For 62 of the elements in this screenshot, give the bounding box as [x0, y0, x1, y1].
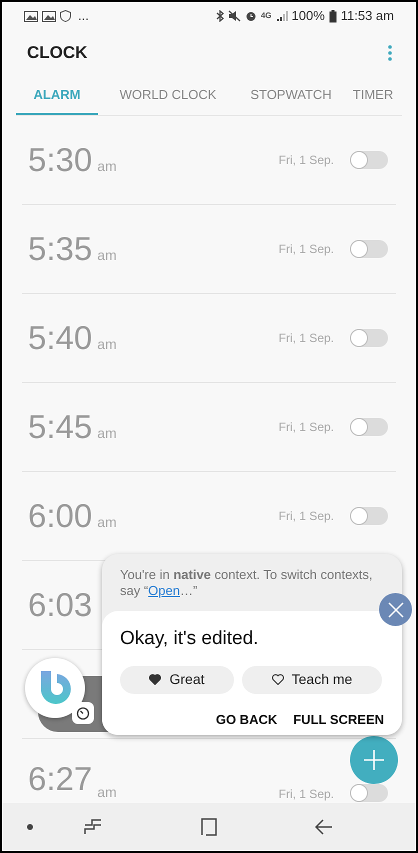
- alarm-period: am: [97, 156, 117, 176]
- bluetooth-icon: [216, 10, 224, 22]
- clock-time: 11:53 am: [340, 7, 394, 26]
- alarm-time: 6:00: [28, 496, 92, 536]
- open-link[interactable]: Open: [148, 583, 180, 598]
- alarm-date: Fri, 1 Sep.: [278, 330, 334, 347]
- app-title: CLOCK: [27, 42, 88, 64]
- response-text: Okay, it's edited.: [120, 627, 260, 651]
- alarm-time: 5:35: [28, 229, 92, 270]
- toggle-switch[interactable]: [350, 240, 388, 258]
- action-button[interactable]: GO BACK: [216, 710, 278, 729]
- battery-percent: 100%: [292, 7, 325, 26]
- tab[interactable]: TIMER: [344, 76, 402, 115]
- add-alarm-button[interactable]: [350, 736, 398, 784]
- more-notifications: ...: [78, 7, 89, 26]
- tab[interactable]: ALARM: [16, 76, 98, 115]
- context-message: You're in native context. To switch contexts, say “Open…”: [120, 567, 374, 599]
- more-options-icon[interactable]: [388, 45, 392, 61]
- signal-icon: [276, 10, 288, 22]
- tab[interactable]: WORLD CLOCK: [98, 76, 238, 115]
- stopwatch-icon: [76, 706, 90, 720]
- alarm-period: am: [97, 246, 117, 264]
- assistant-logo-icon: [39, 669, 71, 707]
- alarm-time: 6:03: [28, 585, 92, 626]
- alarm-period: am: [97, 783, 117, 802]
- alarm-period: am: [97, 334, 117, 354]
- shield-icon: [60, 10, 71, 22]
- alarm-time: 5:30: [28, 140, 92, 180]
- toggle-switch[interactable]: [350, 328, 388, 346]
- alarm-date: Fri, 1 Sep.: [278, 508, 334, 525]
- image-icon: [42, 10, 56, 22]
- battery-icon: [328, 10, 337, 22]
- assistant-button[interactable]: [25, 658, 85, 718]
- reply-chip[interactable]: Teach me: [242, 666, 382, 694]
- alarm-date: Fri, 1 Sep.: [278, 786, 334, 803]
- recent-apps-icon[interactable]: [84, 818, 102, 836]
- alarm-date: Fri, 1 Sep.: [278, 241, 334, 258]
- tab[interactable]: STOPWATCH: [238, 76, 344, 115]
- plus-icon: [364, 750, 384, 770]
- alarm-time: 6:27: [28, 758, 92, 798]
- toggle-switch[interactable]: [350, 506, 388, 524]
- heart-icon: [149, 674, 162, 685]
- action-button[interactable]: FULL SCREEN: [293, 710, 384, 729]
- home-icon[interactable]: [200, 818, 218, 836]
- back-icon[interactable]: [315, 819, 333, 835]
- image-icon: [24, 10, 38, 22]
- close-icon: [388, 602, 404, 618]
- mute-icon: [228, 10, 241, 22]
- alarm-period: am: [97, 512, 117, 532]
- alarm-date: Fri, 1 Sep.: [278, 419, 334, 436]
- dot-icon: [27, 824, 33, 830]
- toggle-switch[interactable]: [350, 150, 388, 168]
- toggle-switch[interactable]: [350, 784, 388, 802]
- heart-icon: [272, 674, 284, 685]
- alarm-period: am: [97, 424, 117, 442]
- alarm-date: Fri, 1 Sep.: [278, 152, 334, 169]
- reply-chip[interactable]: Great: [120, 666, 234, 694]
- toggle-switch[interactable]: [350, 418, 388, 436]
- alarm-time: 5:45: [28, 407, 92, 448]
- alarm-icon: [244, 10, 257, 22]
- network-type: 4G: [260, 12, 272, 20]
- alarm-time: 5:40: [28, 318, 92, 358]
